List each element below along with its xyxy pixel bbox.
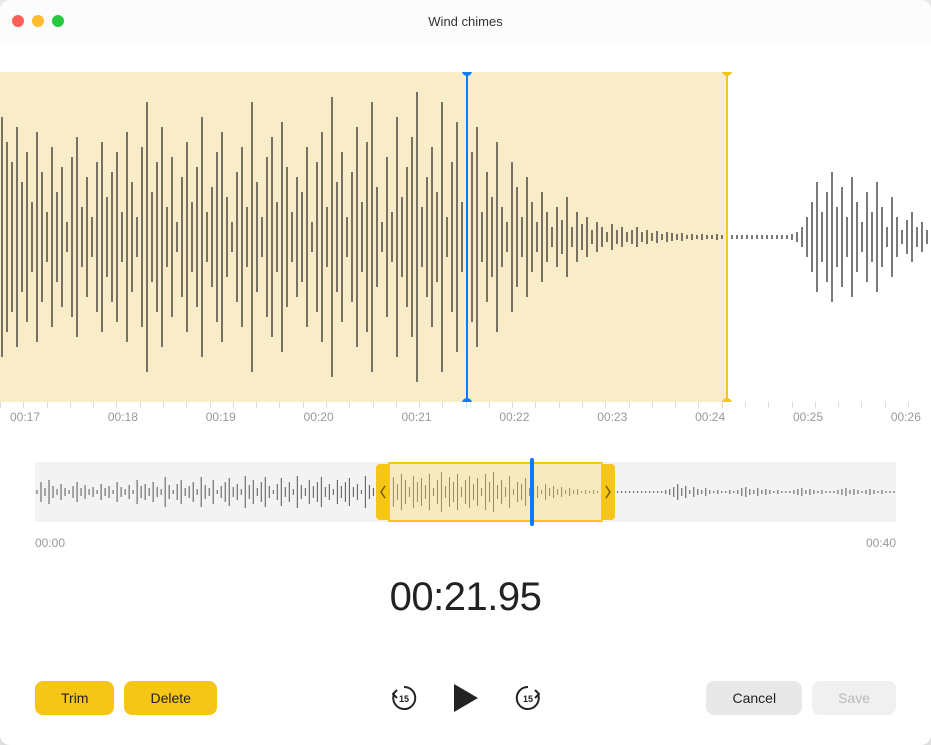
- minimize-window-button[interactable]: [32, 15, 44, 27]
- svg-text:15: 15: [398, 694, 408, 704]
- chevron-left-icon: [379, 484, 387, 500]
- overview-end-label: 00:40: [866, 536, 896, 550]
- playback-controls: 15 15: [388, 680, 544, 716]
- trim-handle-left[interactable]: [376, 464, 390, 520]
- timeline-label: 00:18: [108, 410, 138, 424]
- timeline-label: 00:22: [499, 410, 529, 424]
- play-icon: [452, 682, 480, 714]
- play-button[interactable]: [448, 680, 484, 716]
- playhead[interactable]: [466, 72, 468, 402]
- timeline-label: 00:24: [695, 410, 725, 424]
- trim-button[interactable]: Trim: [35, 681, 114, 715]
- zoom-window-button[interactable]: [52, 15, 64, 27]
- cancel-button[interactable]: Cancel: [706, 681, 802, 715]
- chevron-right-icon: [604, 484, 612, 500]
- overview-labels: 00:00 00:40: [35, 536, 896, 550]
- delete-button[interactable]: Delete: [124, 681, 216, 715]
- timeline-label: 00:20: [304, 410, 334, 424]
- window-titlebar: Wind chimes: [0, 0, 931, 42]
- timeline-label: 00:23: [597, 410, 627, 424]
- controls-right: Cancel Save: [706, 681, 896, 715]
- overview-playhead[interactable]: [530, 458, 534, 526]
- save-button: Save: [812, 681, 896, 715]
- skip-forward-button[interactable]: 15: [512, 682, 544, 714]
- svg-text:15: 15: [522, 694, 532, 704]
- timeline-label: 00:26: [891, 410, 921, 424]
- timeline-label: 00:17: [10, 410, 40, 424]
- skip-forward-15-icon: 15: [513, 683, 543, 713]
- traffic-lights: [12, 15, 64, 27]
- voice-memos-edit-window: Wind chimes 00:17 00:18 00:19 00:20 00:2…: [0, 0, 931, 745]
- controls-bar: Trim Delete 15 15: [0, 681, 931, 715]
- trim-handle-right[interactable]: [601, 464, 615, 520]
- controls-left: Trim Delete: [35, 681, 217, 715]
- skip-back-button[interactable]: 15: [388, 682, 420, 714]
- timeline-label: 00:21: [402, 410, 432, 424]
- overview-waveform-area[interactable]: [35, 462, 896, 522]
- time-display: 00:21.95: [0, 575, 931, 620]
- trim-end-marker[interactable]: [726, 72, 728, 402]
- close-window-button[interactable]: [12, 15, 24, 27]
- skip-back-15-icon: 15: [389, 683, 419, 713]
- timeline-ruler: 00:17 00:18 00:19 00:20 00:21 00:22 00:2…: [0, 402, 931, 432]
- window-title: Wind chimes: [0, 14, 931, 29]
- trim-selection[interactable]: [388, 462, 603, 522]
- main-waveform-area[interactable]: [0, 72, 931, 402]
- timeline-label: 00:25: [793, 410, 823, 424]
- overview-start-label: 00:00: [35, 536, 65, 550]
- timeline-label: 00:19: [206, 410, 236, 424]
